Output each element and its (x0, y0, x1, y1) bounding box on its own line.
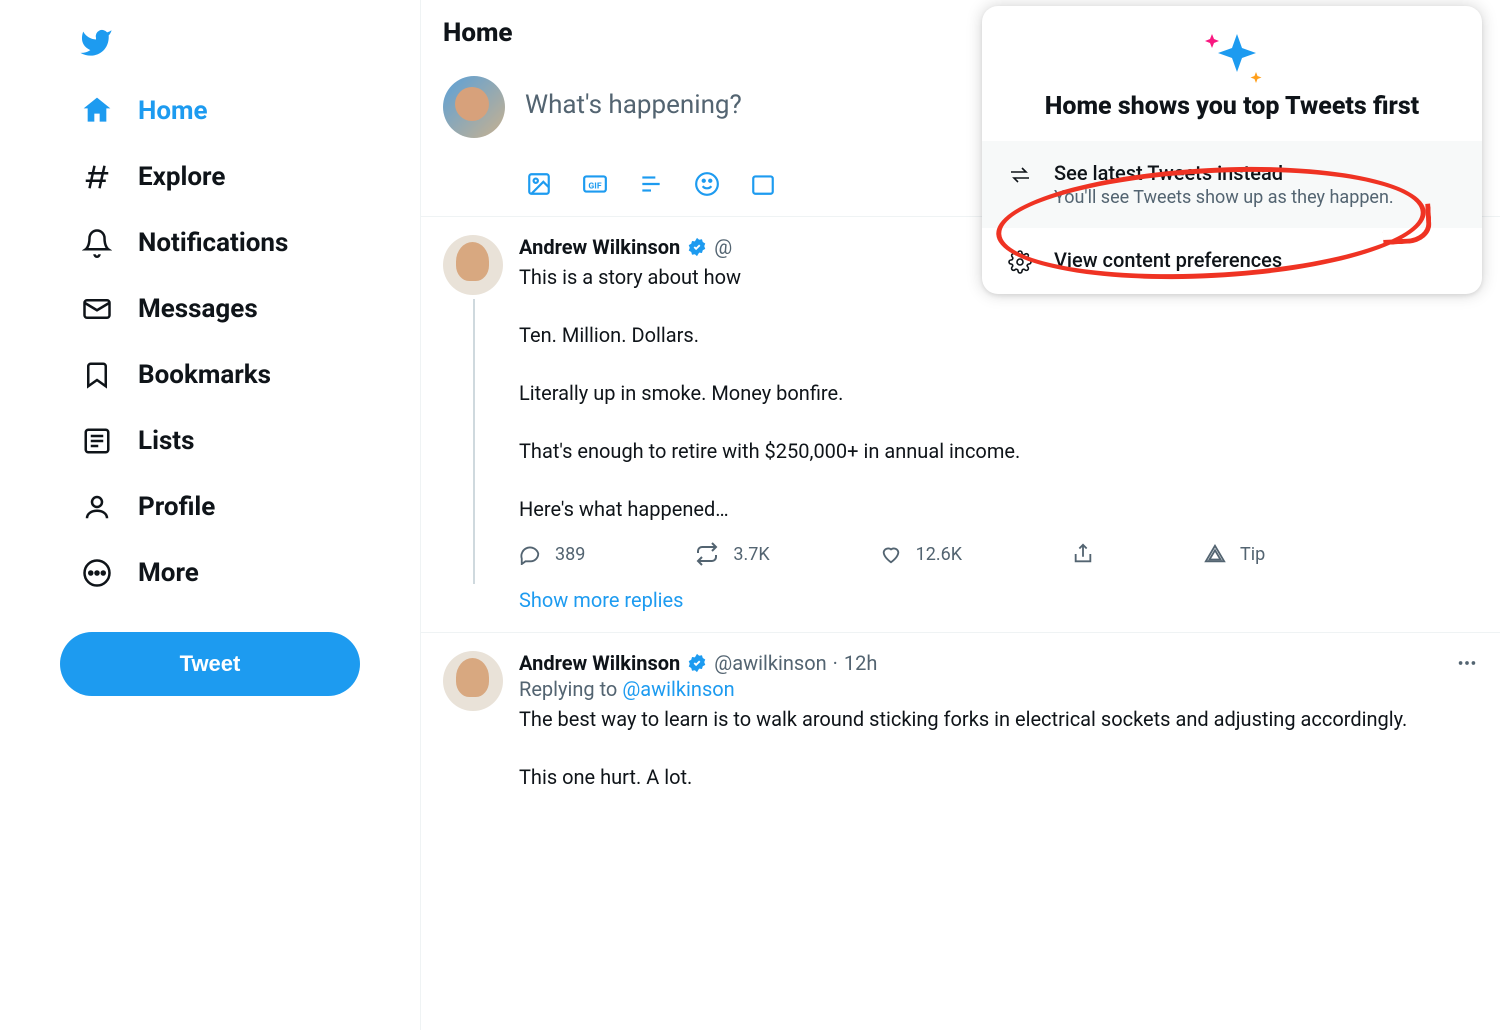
tweet-author-name[interactable]: Andrew Wilkinson (519, 235, 680, 259)
sparkle-icon (1192, 28, 1272, 88)
sidebar-item-label: Lists (138, 426, 194, 456)
content-preferences-option[interactable]: View content preferences (982, 228, 1482, 294)
tweet-text: The best way to learn is to walk around … (519, 701, 1478, 792)
media-icon[interactable] (525, 170, 553, 198)
emoji-icon[interactable] (693, 170, 721, 198)
author-avatar[interactable] (443, 651, 503, 711)
tweet-actions: 389 3.7K 12.6K Tip (519, 524, 1478, 580)
sidebar-item-explore[interactable]: Explore (60, 144, 420, 210)
tweet-button[interactable]: Tweet (60, 632, 360, 696)
bell-icon (80, 226, 114, 260)
sidebar-item-bookmarks[interactable]: Bookmarks (60, 342, 420, 408)
current-user-avatar[interactable] (443, 76, 505, 138)
gear-icon (1008, 250, 1032, 274)
gif-icon[interactable]: GIF (581, 170, 609, 198)
main-column: Home What's happening? GIF (420, 0, 1500, 1030)
retweet-button[interactable]: 3.7K (695, 542, 769, 566)
popover-option-title: View content preferences (1054, 248, 1282, 272)
envelope-icon (80, 292, 114, 326)
tweet-text: This is a story about how Ten. Million. … (519, 259, 1478, 524)
replying-to[interactable]: Replying to @awilkinson (519, 675, 1478, 701)
reply-count: 389 (555, 544, 585, 565)
sidebar-item-home[interactable]: Home (60, 78, 420, 144)
see-latest-tweets-option[interactable]: See latest Tweets instead You'll see Twe… (982, 141, 1482, 228)
svg-text:GIF: GIF (588, 181, 601, 191)
twitter-logo[interactable] (60, 20, 420, 78)
sidebar-item-label: Messages (138, 294, 258, 324)
popover-option-title: See latest Tweets instead (1054, 161, 1394, 185)
home-icon (80, 94, 114, 128)
sidebar-item-label: Notifications (138, 228, 288, 258)
schedule-icon[interactable] (749, 170, 777, 198)
reply-button[interactable]: 389 (519, 542, 585, 566)
show-more-replies[interactable]: Show more replies (421, 580, 1500, 632)
tweet-timestamp[interactable]: 12h (844, 651, 878, 675)
sidebar-item-notifications[interactable]: Notifications (60, 210, 420, 276)
verified-badge-icon (686, 652, 708, 674)
bookmark-icon (80, 358, 114, 392)
tweet-author-handle[interactable]: @ (714, 235, 732, 259)
sidebar-item-profile[interactable]: Profile (60, 474, 420, 540)
popover-title: Home shows you top Tweets first (1012, 88, 1452, 121)
sidebar-item-label: Bookmarks (138, 360, 271, 390)
sidebar-item-more[interactable]: More (60, 540, 420, 606)
sidebar-item-lists[interactable]: Lists (60, 408, 420, 474)
sidebar-item-label: Explore (138, 162, 225, 192)
swap-arrows-icon (1008, 163, 1032, 187)
sidebar: Home Explore Notifications Messages Book… (0, 0, 420, 1030)
dot: · (833, 651, 838, 675)
feed: Andrew Wilkinson @ This is a story about… (421, 217, 1500, 792)
hashtag-icon (80, 160, 114, 194)
tweet-more-icon[interactable] (1456, 652, 1478, 674)
sidebar-item-label: Profile (138, 492, 215, 522)
author-avatar[interactable] (443, 235, 503, 295)
sidebar-item-label: More (138, 558, 199, 588)
replying-to-prefix: Replying to (519, 677, 622, 701)
verified-badge-icon (686, 236, 708, 258)
more-icon (80, 556, 114, 590)
share-button[interactable] (1072, 542, 1094, 566)
retweet-count: 3.7K (733, 544, 769, 565)
sidebar-item-messages[interactable]: Messages (60, 276, 420, 342)
tweet-author-name[interactable]: Andrew Wilkinson (519, 651, 680, 675)
profile-icon (80, 490, 114, 524)
tweet-author-handle[interactable]: @awilkinson (714, 651, 826, 675)
sidebar-item-label: Home (138, 96, 208, 126)
list-icon (80, 424, 114, 458)
tweet[interactable]: Andrew Wilkinson @awilkinson · 12h Reply… (421, 633, 1500, 792)
tip-label: Tip (1240, 544, 1265, 565)
replying-to-handle[interactable]: @awilkinson (622, 677, 734, 701)
timeline-options-popover: Home shows you top Tweets first See late… (982, 6, 1482, 294)
tip-button[interactable]: Tip (1204, 542, 1265, 566)
poll-icon[interactable] (637, 170, 665, 198)
thread-connector (473, 299, 475, 584)
like-button[interactable]: 12.6K (880, 542, 962, 566)
like-count: 12.6K (916, 544, 962, 565)
popover-option-subtitle: You'll see Tweets show up as they happen… (1054, 185, 1394, 208)
